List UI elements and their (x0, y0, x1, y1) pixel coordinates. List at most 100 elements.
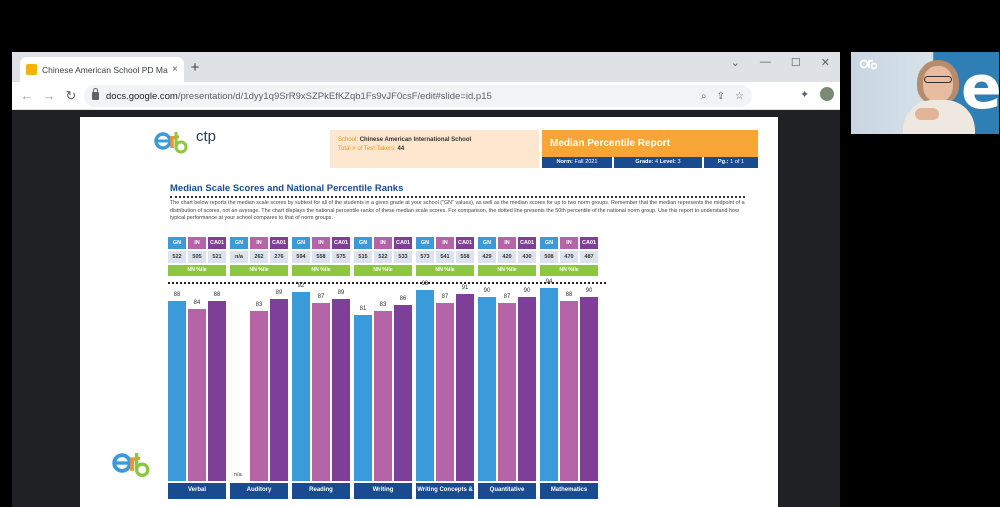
norm-group-header: GN (478, 237, 496, 249)
tab-search-icon[interactable]: ⌄ (731, 56, 740, 69)
grade-level-cell: Grade: 4 Level: 3 (614, 157, 702, 168)
percentile-bar (312, 302, 330, 481)
scale-score: 470 (560, 251, 578, 263)
new-tab-button[interactable]: + (185, 58, 205, 78)
close-tab-icon[interactable]: × (172, 64, 178, 75)
google-slides-icon (26, 64, 37, 75)
subtest-name: Verbal (168, 483, 226, 499)
norm-group-header: GN (168, 237, 186, 249)
percentile-label: 90 (585, 287, 593, 294)
subtest-name: Reading (292, 483, 350, 499)
percentile-bar (498, 302, 516, 481)
nn-percentile-label: NN %ile (292, 265, 350, 276)
extensions-icon[interactable]: ✦ (800, 88, 809, 101)
percentile-label: 89 (275, 289, 283, 296)
scale-score: 487 (580, 251, 598, 263)
lock-icon[interactable] (92, 88, 99, 100)
subtest-group: GN 515 81 IN 522 83 CA01 533 86 NN %ile Writing (354, 237, 412, 499)
section-title: Median Scale Scores and National Percent… (170, 183, 404, 194)
school-info-box: School: Chinese American International S… (330, 130, 539, 168)
norm-group-header: IN (374, 237, 392, 249)
scale-score: n/a (230, 251, 248, 263)
scale-score: 558 (312, 251, 330, 263)
window-controls: ⌄ — ☐ ✕ (731, 56, 830, 69)
subtest-name: Auditory (230, 483, 288, 499)
percentile-label: 91 (461, 285, 469, 292)
address-bar[interactable]: docs.google.com/presentation/d/1dyy1q9Sr… (84, 85, 752, 107)
percentile-bar (416, 290, 434, 481)
scale-score: 521 (208, 251, 226, 263)
tab-slides[interactable]: Chinese American School PD Ma × (20, 57, 184, 82)
scale-score: 522 (168, 251, 186, 263)
percentile-bar (250, 310, 268, 481)
norm-group-header: GN (230, 237, 248, 249)
norm-group-header: CA01 (208, 237, 226, 249)
slides-viewport: ctp School: Chinese American Internation… (12, 110, 840, 507)
scale-score: 420 (498, 251, 516, 263)
subtest-group: GN 573 93 IN 541 87 CA01 558 91 NN %ile Writing Co… (416, 237, 474, 499)
norm-group-header: GN (354, 237, 372, 249)
percentile-label: 88 (213, 291, 221, 298)
percentile-bar (394, 304, 412, 481)
profile-avatar[interactable] (820, 87, 834, 101)
percentile-label: 88 (565, 291, 573, 298)
scale-score: 508 (540, 251, 558, 263)
norm-group-header: IN (560, 237, 578, 249)
browser-toolbar: ← → ↻ docs.google.com/presentation/d/1dy… (12, 82, 840, 110)
subtest-group: GN 429 90 IN 420 87 CA01 430 90 NN %ile Quantitati… (478, 237, 536, 499)
na-label: n/a (234, 472, 242, 478)
percentile-label: 84 (193, 299, 201, 306)
bookmark-star-icon[interactable]: ☆ (735, 91, 744, 102)
nn-percentile-label: NN %ile (540, 265, 598, 276)
url-text[interactable]: docs.google.com/presentation/d/1dyy1q9Sr… (106, 91, 691, 102)
scale-score: 515 (354, 251, 372, 263)
percentile-label: 83 (255, 301, 263, 308)
erb-logo (154, 132, 188, 154)
minimize-icon[interactable]: — (760, 56, 771, 69)
reference-line-50th (168, 282, 606, 285)
percentile-label: 90 (523, 287, 531, 294)
report-title: Median Percentile Report (542, 130, 758, 157)
test-takers-count: 44 (397, 146, 405, 152)
subtest-name: Quantitative (478, 483, 536, 499)
maximize-icon[interactable]: ☐ (791, 56, 801, 69)
percentile-bar (540, 288, 558, 481)
back-arrow-icon[interactable]: ← (18, 87, 36, 105)
scale-score: 262 (250, 251, 268, 263)
norm-group-header: IN (498, 237, 516, 249)
percentile-bar (374, 310, 392, 481)
zoom-icon[interactable]: ⌕ (701, 91, 707, 102)
percentile-bar (580, 296, 598, 481)
scale-score: 430 (518, 251, 536, 263)
subtest-group: GN 508 94 IN 470 88 CA01 487 90 NN %ile Mathematic… (540, 237, 598, 499)
reload-icon[interactable]: ↻ (62, 87, 80, 105)
section-description: The chart below reports the median scale… (170, 200, 745, 222)
forward-arrow-icon[interactable]: → (40, 87, 58, 105)
percentile-bar (436, 302, 454, 481)
norm-group-header: CA01 (456, 237, 474, 249)
norm-group-header: CA01 (270, 237, 288, 249)
screen: Chinese American School PD Ma × + ⌄ — ☐ … (0, 0, 1000, 507)
norm-group-header: IN (312, 237, 330, 249)
nn-percentile-label: NN %ile (478, 265, 536, 276)
scale-score: 573 (416, 251, 434, 263)
norm-group-header: CA01 (580, 237, 598, 249)
norm-group-header: GN (540, 237, 558, 249)
subtest-name: Writing Concepts & (416, 483, 474, 499)
subtest-name: Mathematics (540, 483, 598, 499)
share-icon[interactable]: ⇪ (717, 91, 725, 102)
dotted-divider (170, 196, 745, 198)
scale-score: 594 (292, 251, 310, 263)
norm-group-header: IN (250, 237, 268, 249)
percentile-label: 87 (503, 293, 511, 300)
percentile-bar (208, 300, 226, 481)
close-window-icon[interactable]: ✕ (821, 56, 830, 69)
browser-window: Chinese American School PD Ma × + ⌄ — ☐ … (12, 52, 840, 507)
slide-canvas: ctp School: Chinese American Internation… (80, 117, 778, 507)
subtest-group: GN 522 88 IN 505 84 CA01 521 88 NN %ile Verbal (168, 237, 226, 499)
median-percentile-chart: GN 522 88 IN 505 84 CA01 521 88 NN %ile Verbal GN n/… (168, 237, 611, 499)
norm-group-header: GN (416, 237, 434, 249)
percentile-bar (292, 292, 310, 481)
percentile-bar (478, 296, 496, 481)
percentile-bar (456, 294, 474, 481)
